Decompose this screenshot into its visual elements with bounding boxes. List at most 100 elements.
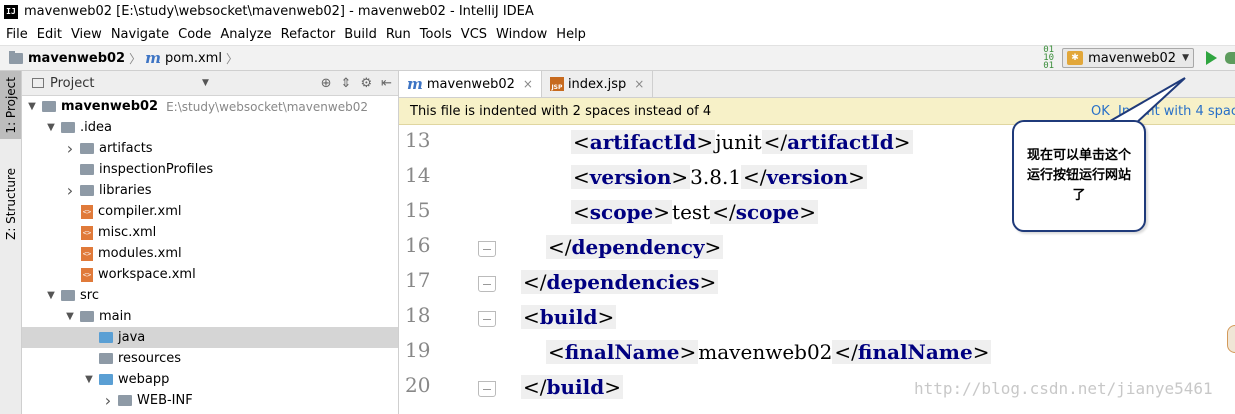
xml-open-tag: <finalName> bbox=[546, 340, 699, 364]
fold-marker-icon[interactable] bbox=[478, 276, 496, 292]
tree-item[interactable]: <> compiler.xml bbox=[22, 201, 398, 222]
chevron-down-icon[interactable]: ▼ bbox=[64, 311, 76, 322]
tag-bracket: > bbox=[972, 340, 990, 364]
xml-file-icon: <> bbox=[81, 267, 93, 282]
line-number: 18 bbox=[405, 303, 431, 327]
tree-item[interactable]: ▼ main bbox=[22, 306, 398, 327]
project-panel-title[interactable]: Project bbox=[50, 76, 94, 91]
xml-open-tag: <build> bbox=[521, 305, 617, 329]
line-number: 15 bbox=[405, 198, 431, 222]
menu-run[interactable]: Run bbox=[382, 27, 415, 42]
tab-mavenweb02[interactable]: m mavenweb02 × bbox=[399, 71, 542, 97]
collapse-all-icon[interactable]: ⇕ bbox=[341, 76, 352, 91]
tree-item[interactable]: ▼ webapp bbox=[22, 369, 398, 390]
xml-open-tag: <artifactId> bbox=[571, 130, 716, 154]
menu-file[interactable]: File bbox=[2, 27, 32, 42]
close-icon[interactable]: × bbox=[523, 77, 533, 91]
tag-bracket: </ bbox=[763, 130, 788, 154]
tree-item-label: webapp bbox=[118, 372, 170, 387]
tree-item[interactable]: › libraries bbox=[22, 180, 398, 201]
tag-bracket: > bbox=[679, 340, 697, 364]
breadcrumb-file[interactable]: pom.xml bbox=[165, 51, 222, 66]
tree-item[interactable]: <> misc.xml bbox=[22, 222, 398, 243]
chevron-right-icon[interactable]: › bbox=[64, 139, 76, 158]
callout-text: 现在可以单击这个 运行按钮运行网站了 bbox=[1026, 148, 1131, 203]
tree-item[interactable]: inspectionProfiles bbox=[22, 159, 398, 180]
tree-item[interactable]: ▼ src bbox=[22, 285, 398, 306]
xml-open-tag: <scope> bbox=[571, 200, 673, 224]
gear-icon[interactable]: ⚙ bbox=[360, 76, 372, 91]
close-icon[interactable]: × bbox=[634, 77, 644, 91]
title-bar: IJ mavenweb02 [E:\study\websocket\mavenw… bbox=[0, 0, 1235, 23]
run-button[interactable] bbox=[1206, 51, 1217, 65]
crosshair-icon[interactable]: ⊕ bbox=[321, 76, 332, 91]
fold-marker-icon[interactable] bbox=[478, 381, 496, 397]
menu-vcs[interactable]: VCS bbox=[457, 27, 491, 42]
folder-icon bbox=[61, 122, 75, 133]
menu-edit[interactable]: Edit bbox=[33, 27, 66, 42]
tree-item[interactable]: › artifacts bbox=[22, 138, 398, 159]
tag-bracket: < bbox=[548, 340, 565, 364]
menu-analyze[interactable]: Analyze bbox=[216, 27, 275, 42]
chevron-down-icon[interactable]: ▼ bbox=[83, 374, 95, 385]
line-number: 17 bbox=[405, 268, 431, 292]
chevron-down-icon[interactable]: ▼ bbox=[202, 78, 209, 88]
jsp-file-icon: JSP bbox=[549, 77, 564, 91]
edge-badge-icon bbox=[1227, 325, 1235, 353]
tag-bracket: < bbox=[573, 130, 590, 154]
project-panel-header: Project ▼ ⊕ ⇕ ⚙ ⇤ bbox=[22, 71, 398, 96]
menu-code[interactable]: Code bbox=[174, 27, 215, 42]
tab-structure-tool[interactable]: Z: Structure bbox=[0, 163, 21, 245]
tree-item[interactable]: java bbox=[22, 327, 398, 348]
tree-item[interactable]: <> workspace.xml bbox=[22, 264, 398, 285]
chevron-right-icon[interactable]: › bbox=[102, 391, 114, 410]
tree-item[interactable]: resources bbox=[22, 348, 398, 369]
tab-project-tool[interactable]: 1: Project bbox=[0, 71, 21, 139]
maven-icon: m bbox=[407, 75, 423, 93]
xml-close-tag: </version> bbox=[741, 165, 867, 189]
watermark-text: http://blog.csdn.net/jianye5461 bbox=[914, 379, 1213, 398]
tree-item[interactable]: ▼ mavenweb02 E:\study\websocket\mavenweb02 bbox=[22, 96, 398, 117]
code-line: <version> 3.8.1 </version> bbox=[571, 160, 867, 194]
make-project-icon[interactable]: 01 10 01 bbox=[1043, 46, 1054, 71]
menu-help[interactable]: Help bbox=[552, 27, 590, 42]
tree-item-label: java bbox=[118, 330, 146, 345]
chevron-down-icon[interactable]: ▼ bbox=[26, 101, 38, 112]
tag-bracket: </ bbox=[523, 375, 547, 399]
menu-view[interactable]: View bbox=[67, 27, 106, 42]
tree-item-label: mavenweb02 bbox=[61, 99, 159, 114]
tree-item[interactable]: <> modules.xml bbox=[22, 243, 398, 264]
project-view-icon bbox=[32, 78, 44, 88]
tab-index-jsp[interactable]: JSP index.jsp × bbox=[542, 71, 654, 97]
tag-value: junit bbox=[715, 130, 762, 154]
chevron-down-icon[interactable]: ▼ bbox=[45, 290, 57, 301]
run-configuration-select[interactable]: ✱ mavenweb02 ▼ bbox=[1062, 48, 1194, 68]
menu-tools[interactable]: Tools bbox=[416, 27, 456, 42]
chevron-right-icon[interactable]: › bbox=[64, 181, 76, 200]
tag-value: 3.8.1 bbox=[690, 165, 742, 189]
tree-item-label: misc.xml bbox=[98, 225, 157, 240]
xml-close-tag: </dependencies> bbox=[521, 270, 719, 294]
tree-item[interactable]: › WEB-INF bbox=[22, 390, 398, 411]
project-panel: Project ▼ ⊕ ⇕ ⚙ ⇤ ▼ mavenweb02 E:\study\we… bbox=[22, 71, 399, 414]
menu-navigate[interactable]: Navigate bbox=[107, 27, 173, 42]
banner-message: This file is indented with 2 spaces inst… bbox=[410, 103, 712, 119]
menu-refactor[interactable]: Refactor bbox=[277, 27, 340, 42]
tag-bracket: > bbox=[893, 130, 911, 154]
breadcrumb-project[interactable]: mavenweb02 bbox=[28, 51, 125, 66]
hide-panel-icon[interactable]: ⇤ bbox=[381, 76, 392, 91]
tree-item-label: src bbox=[80, 288, 99, 303]
tag-bracket: > bbox=[704, 235, 722, 259]
fold-marker-icon[interactable] bbox=[478, 241, 496, 257]
run-configuration-label: mavenweb02 bbox=[1088, 50, 1177, 66]
menu-build[interactable]: Build bbox=[340, 27, 381, 42]
debug-icon[interactable] bbox=[1225, 52, 1235, 64]
tree-item[interactable]: ▼ .idea bbox=[22, 117, 398, 138]
breadcrumb-separator: 〉 bbox=[225, 51, 238, 66]
chevron-down-icon[interactable]: ▼ bbox=[45, 122, 57, 133]
banner-ok-link[interactable]: OK bbox=[1091, 104, 1110, 119]
tag-bracket: > bbox=[604, 375, 621, 399]
menu-window[interactable]: Window bbox=[492, 27, 551, 42]
fold-marker-icon[interactable] bbox=[478, 311, 496, 327]
banner-indent-link[interactable]: Indent with 4 spaces bbox=[1118, 104, 1235, 119]
